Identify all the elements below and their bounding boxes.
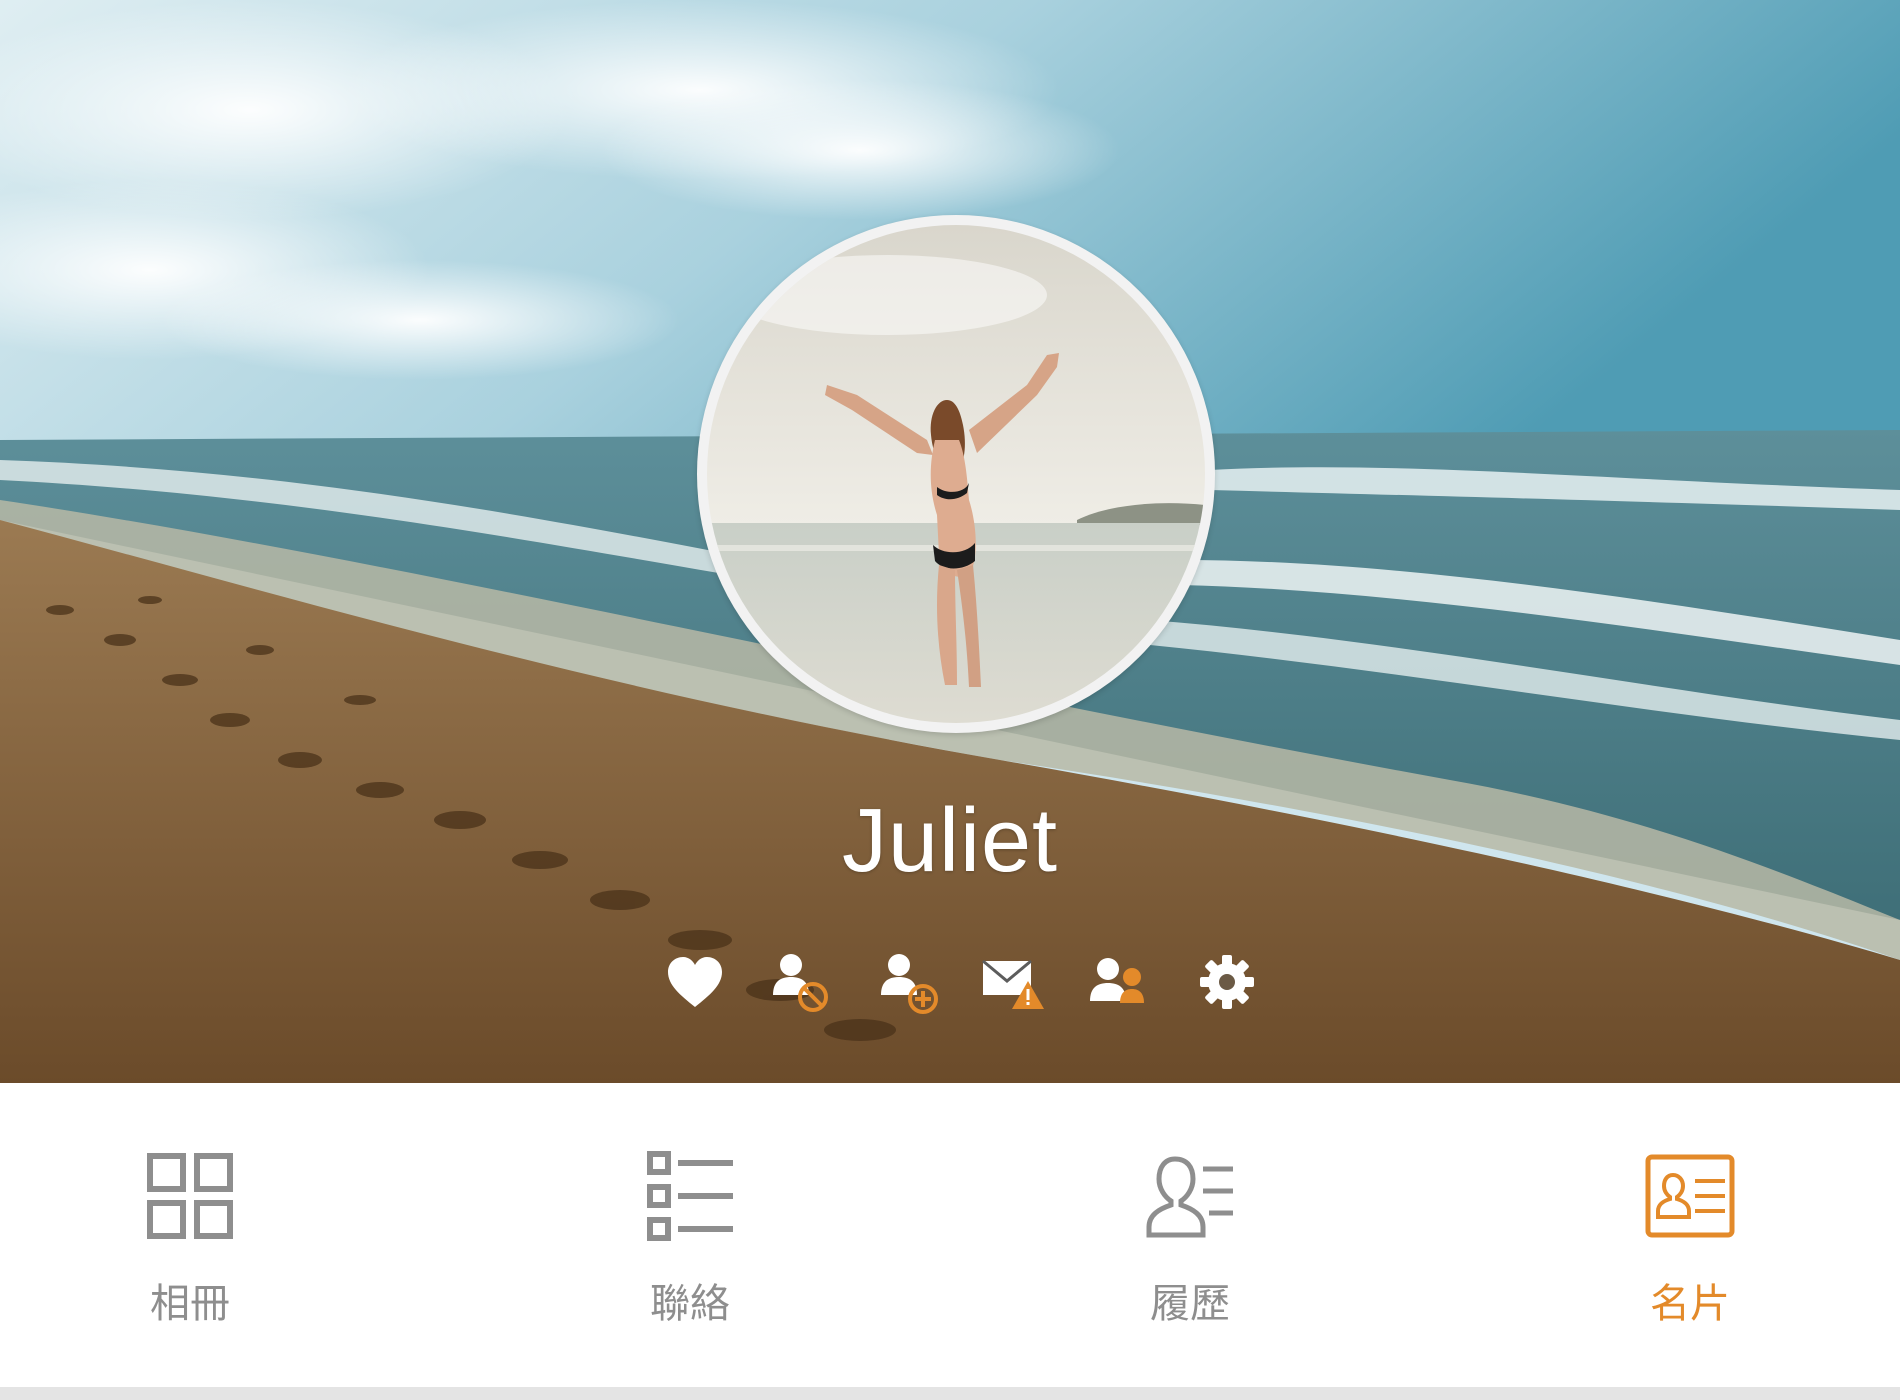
id-card-icon (1645, 1154, 1735, 1238)
grid-icon (147, 1153, 233, 1239)
list-icon (647, 1151, 733, 1241)
tab-business-card-label: 名片 (1650, 1281, 1730, 1327)
user-add-icon[interactable] (875, 947, 945, 1017)
gear-icon[interactable] (1192, 947, 1262, 1017)
tab-contact-label: 聯絡 (650, 1281, 730, 1327)
mail-warning-icon[interactable] (978, 947, 1048, 1017)
cover-photo: Juliet (0, 0, 1900, 1083)
heart-icon[interactable] (660, 947, 730, 1017)
profile-actions (660, 947, 1260, 1017)
users-icon[interactable] (1086, 947, 1156, 1017)
profile-screen: Juliet 相冊 聯絡 履歷 名片 (0, 0, 1900, 1400)
profile-name: Juliet (841, 791, 1059, 891)
tab-bar: 相冊 聯絡 履歷 名片 (0, 1083, 1900, 1383)
bottom-divider (0, 1387, 1900, 1400)
tab-business-card[interactable]: 名片 (1540, 1083, 1840, 1383)
user-block-icon[interactable] (767, 947, 837, 1017)
tab-resume[interactable]: 履歷 (1040, 1083, 1340, 1383)
user-profile-icon (1146, 1156, 1233, 1238)
tab-resume-label: 履歷 (1150, 1281, 1230, 1327)
tab-album-label: 相冊 (150, 1281, 230, 1327)
tab-album[interactable]: 相冊 (40, 1083, 340, 1383)
avatar[interactable] (697, 215, 1215, 733)
tab-contact[interactable]: 聯絡 (540, 1083, 840, 1383)
